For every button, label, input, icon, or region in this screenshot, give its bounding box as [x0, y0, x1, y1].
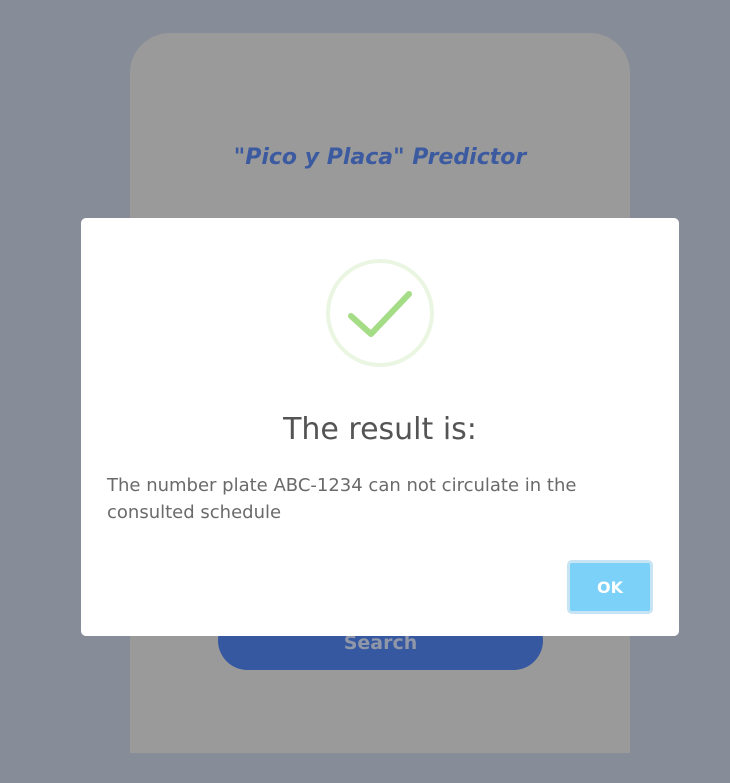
app-title: "Pico y Placa" Predictor	[233, 145, 527, 170]
result-modal: The result is: The number plate ABC-1234…	[81, 218, 679, 636]
modal-message: The number plate ABC-1234 can not circul…	[107, 475, 577, 523]
ok-button[interactable]: OK	[567, 560, 653, 614]
modal-title: The result is:	[283, 412, 477, 447]
success-check-icon	[325, 258, 435, 368]
